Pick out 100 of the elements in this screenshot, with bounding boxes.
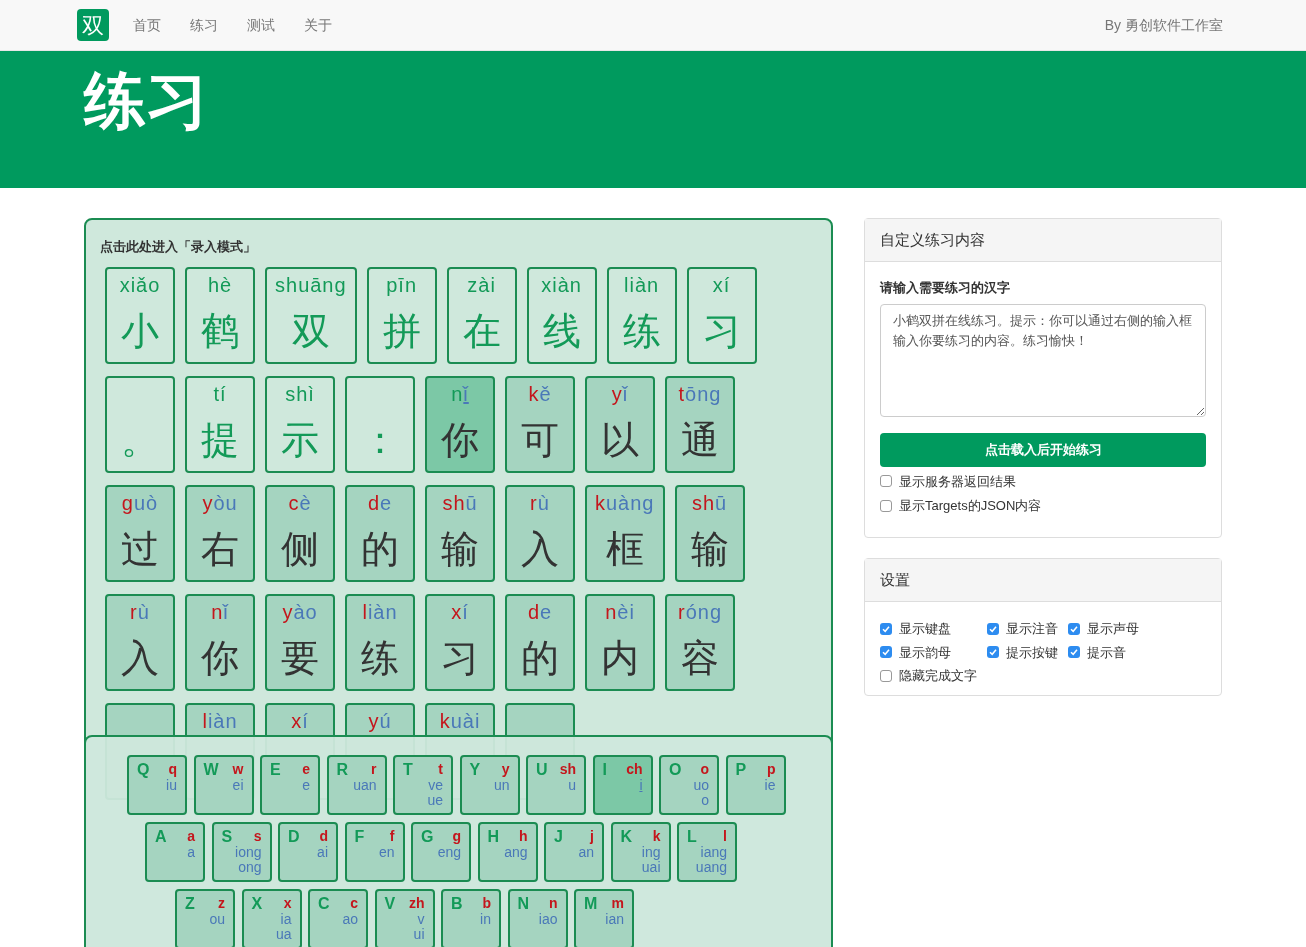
keyboard-key[interactable]: E e e	[260, 755, 320, 815]
pinyin: rù	[130, 602, 150, 622]
keyboard-key[interactable]: Z z ou	[175, 889, 235, 947]
hanzi: 拼	[382, 309, 421, 353]
key-initial: x	[283, 896, 292, 910]
hanzi: 输	[441, 527, 479, 571]
key-final: a	[187, 845, 195, 860]
key-final: iang	[700, 845, 727, 860]
keyboard-key[interactable]: K k ing uai	[610, 822, 671, 882]
keyboard-key[interactable]: U sh u	[526, 755, 586, 815]
key-initial: a	[187, 829, 195, 843]
keyboard-key[interactable]: H h ang	[477, 822, 538, 882]
key-final: ie	[764, 778, 776, 793]
key-initial: l	[723, 829, 727, 843]
keyboard-key[interactable]: X x ia ua	[241, 889, 302, 947]
key-letter: N	[517, 896, 530, 912]
keyboard-key[interactable]: V zh v ui	[374, 889, 435, 947]
hanzi: 你	[441, 418, 479, 462]
checkbox[interactable]	[880, 475, 892, 488]
hanzi: 要	[281, 636, 319, 680]
key-final: ian	[605, 912, 624, 927]
keyboard-key[interactable]: P p ie	[725, 755, 786, 815]
checkbox[interactable]	[1068, 646, 1080, 659]
keyboard-key[interactable]: M m ian	[574, 889, 634, 947]
checkbox[interactable]	[1068, 622, 1080, 635]
keyboard-key[interactable]: F f en	[344, 822, 405, 882]
card-title: 设置	[880, 569, 910, 590]
keyboard-key[interactable]: W w ei	[193, 755, 254, 815]
key-initial: sh	[559, 762, 576, 776]
pinyin: liàn	[202, 711, 238, 731]
checkbox[interactable]	[987, 646, 999, 659]
keyboard-key[interactable]: T t ve ue	[393, 755, 453, 815]
keyboard-key[interactable]: S s iong ong	[211, 822, 272, 882]
load-button[interactable]: 点击载入后开始练习	[880, 432, 1206, 467]
keyboard-key[interactable]: B b in	[441, 889, 501, 947]
keyboard-key[interactable]: N n iao	[507, 889, 568, 947]
key-initial: w	[232, 762, 244, 776]
entry-mode-link[interactable]: 点击此处进入「录入模式」	[100, 239, 256, 254]
key-initial: f	[389, 829, 395, 843]
pinyin: róng	[677, 602, 722, 622]
key-letter: W	[203, 762, 219, 778]
key-initial: c	[350, 896, 358, 910]
key-final: eng	[437, 845, 461, 860]
hanzi: 双	[291, 309, 330, 353]
key-final: iu	[166, 778, 177, 793]
key-final: ai	[317, 845, 328, 860]
checkbox[interactable]	[880, 646, 892, 659]
check-icon	[1070, 648, 1078, 657]
nav-link[interactable]: 测试	[247, 14, 275, 36]
checkbox[interactable]	[880, 622, 892, 635]
pinyin: guò	[121, 493, 159, 513]
credit-link[interactable]: By 勇创软件工作室	[1104, 14, 1223, 36]
hanzi: 过	[121, 527, 159, 571]
pinyin: kuàng	[595, 493, 655, 513]
checkbox[interactable]	[880, 669, 892, 682]
check-icon	[989, 624, 997, 633]
hanzi: 输	[690, 527, 729, 571]
key-initial: ch	[626, 762, 643, 776]
hanzi: 侧	[281, 527, 319, 571]
hanzi: 练	[622, 309, 661, 353]
nav-link[interactable]: 关于	[304, 14, 332, 36]
nav-link[interactable]: 首页	[133, 14, 161, 36]
keyboard-key[interactable]: A a a	[145, 822, 205, 882]
keyboard-key[interactable]: G g eng	[411, 822, 471, 882]
key-initial: j	[590, 829, 594, 843]
key-final: o	[701, 793, 709, 808]
keyboard-key[interactable]: Y y un	[459, 755, 520, 815]
key-final: uo	[693, 778, 709, 793]
checkbox-label: 提示音	[1087, 643, 1126, 662]
pinyin: xí	[291, 711, 309, 731]
nav-link[interactable]: 练习	[190, 14, 218, 36]
hanzi: 通	[681, 418, 719, 462]
keyboard-key[interactable]: J j an	[544, 822, 604, 882]
keyboard-key[interactable]: O o uo o	[659, 755, 719, 815]
key-final: i	[639, 778, 643, 793]
pinyin: liàn	[624, 275, 660, 295]
key-letter: G	[421, 829, 434, 845]
keyboard-key[interactable]: I ch i	[592, 755, 653, 815]
key-initial: g	[452, 829, 461, 843]
keyboard-key[interactable]: D d ai	[278, 822, 338, 882]
keyboard-key[interactable]: R r uan	[326, 755, 387, 815]
keyboard-key[interactable]: Q q iu	[127, 755, 187, 815]
key-initial: t	[438, 762, 443, 776]
pinyin: nèi	[605, 602, 635, 622]
keyboard-key[interactable]: L l iang uang	[677, 822, 737, 882]
key-letter: Y	[469, 762, 481, 778]
hanzi: 的	[361, 527, 399, 571]
logo[interactable]: 双	[77, 9, 109, 41]
checkbox-label: 显示声母	[1087, 620, 1139, 638]
keyboard-key[interactable]: C c ao	[308, 889, 368, 947]
checkbox[interactable]	[987, 622, 999, 635]
key-letter: V	[384, 896, 396, 912]
checkbox[interactable]	[880, 499, 892, 512]
key-final: an	[578, 845, 594, 860]
key-letter: R	[336, 762, 349, 778]
hanzi: 可	[521, 418, 559, 462]
check-icon	[882, 624, 890, 633]
key-letter: A	[155, 829, 167, 845]
text-input[interactable]: 小鹤双拼在线练习。提示：你可以通过右侧的输入框输入你要练习的内容。练习愉快！	[880, 303, 1206, 417]
checkbox-label: 显示注音	[1006, 620, 1058, 638]
